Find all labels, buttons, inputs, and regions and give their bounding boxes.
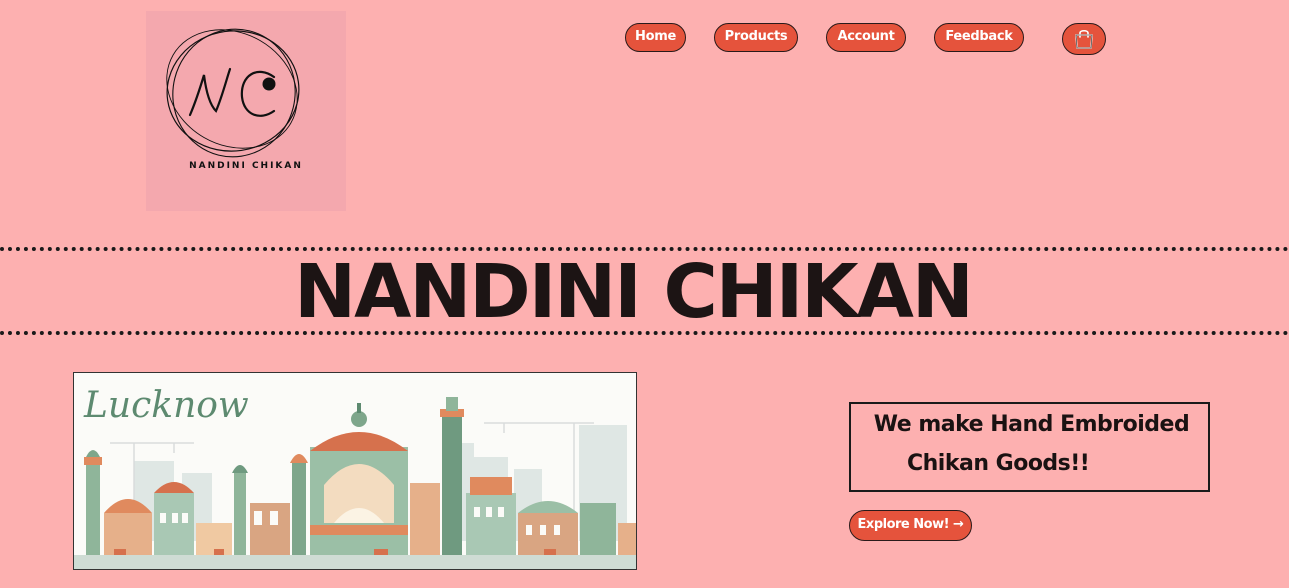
skyline-illustration: Lucknow: [74, 385, 636, 569]
shopping-bag-icon: [1075, 29, 1093, 49]
nav-home-button[interactable]: Home: [625, 23, 686, 52]
bottom-dotted-divider: [0, 331, 1289, 335]
nav-feedback-button[interactable]: Feedback: [934, 23, 1024, 52]
nav-products-button[interactable]: Products: [714, 23, 798, 52]
nc-monogram-logo: [166, 28, 300, 158]
hero-title: NANDINI CHIKAN: [294, 249, 974, 335]
nav-account-button[interactable]: Account: [826, 23, 906, 52]
tagline-line-2: Chikan Goods!!: [907, 451, 1090, 476]
skyline-script-text: Lucknow: [83, 385, 249, 426]
tagline-line-1: We make Hand Embroided: [873, 412, 1190, 437]
lucknow-skyline-banner: Lucknow: [73, 372, 637, 570]
brand-logo[interactable]: NANDINI CHIKAN: [146, 11, 346, 211]
cart-button[interactable]: [1062, 23, 1106, 55]
explore-now-button[interactable]: Explore Now! →: [849, 510, 972, 541]
tagline-box: We make Hand Embroided Chikan Goods!!: [849, 402, 1210, 492]
logo-wordmark: NANDINI CHIKAN: [189, 161, 303, 171]
